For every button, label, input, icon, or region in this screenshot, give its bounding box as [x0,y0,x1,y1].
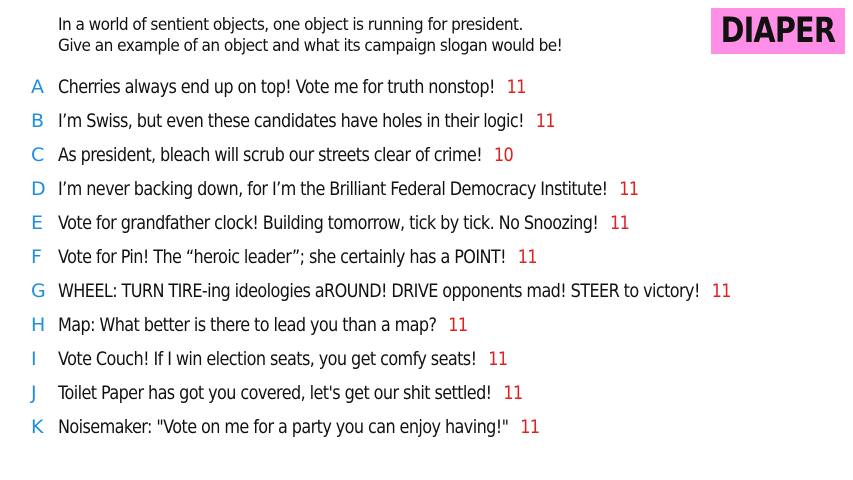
answer-letter: K [31,416,44,438]
answer-row-k[interactable]: K Noisemaker: "Vote on me for a party yo… [0,410,853,444]
player-name-badge: DIAPER [711,8,845,54]
answer-row-d[interactable]: D I’m never backing down, for I’m the Br… [0,172,853,206]
answer-text: As president, bleach will scrub our stre… [58,144,483,166]
answer-row-i[interactable]: I Vote Couch! If I win election seats, y… [0,342,853,376]
answer-row-j[interactable]: J Toilet Paper has got you covered, let'… [0,376,853,410]
answer-letter: H [31,314,46,336]
answer-letter: A [31,76,44,98]
answer-letter: D [31,178,46,200]
answer-score: 11 [520,416,540,438]
answer-score: 11 [517,246,538,268]
answer-score: 11 [535,110,556,132]
answer-letter: B [31,110,45,132]
answer-text: Map: What better is there to lead you th… [58,314,437,336]
answer-text: Cherries always end up on top! Vote me f… [58,76,495,98]
answer-row-f[interactable]: F Vote for Pin! The “heroic leader”; she… [0,240,853,274]
answer-score: 11 [619,178,639,200]
answer-letter: J [31,382,37,404]
answer-text: Vote for Pin! The “heroic leader”; she c… [58,246,507,268]
answer-text: I’m never backing down, for I’m the Bril… [58,178,608,200]
player-name: DIAPER [720,11,836,51]
answer-score: 11 [503,382,523,404]
answer-row-c[interactable]: C As president, bleach will scrub our st… [0,138,853,172]
answer-letter: E [31,212,44,234]
answer-text: Toilet Paper has got you covered, let's … [58,382,492,404]
answer-letter: G [31,280,46,302]
answer-score: 11 [610,212,630,234]
answer-row-g[interactable]: G WHEEL: TURN TIRE-ing ideologies aROUND… [0,274,853,308]
answer-score: 11 [448,314,468,336]
answer-row-b[interactable]: B I’m Swiss, but even these candidates h… [0,104,853,138]
answer-score: 10 [493,144,514,166]
answer-score: 11 [506,76,527,98]
answer-letter: I [31,348,37,370]
answer-text: Noisemaker: "Vote on me for a party you … [58,416,509,438]
prompt-text: In a world of sentient objects, one obje… [58,14,635,56]
prompt-line-2: Give an example of an object and what it… [58,36,563,55]
answer-text: I’m Swiss, but even these candidates hav… [58,110,525,132]
answer-row-a[interactable]: A Cherries always end up on top! Vote me… [0,70,853,104]
answer-letter: F [31,246,42,268]
prompt-line-1: In a world of sentient objects, one obje… [58,15,523,34]
answer-row-e[interactable]: E Vote for grandfather clock! Building t… [0,206,853,240]
answer-text: Vote Couch! If I win election seats, you… [58,348,477,370]
answer-score: 11 [488,348,508,370]
answer-score: 11 [711,280,732,302]
answer-text: Vote for grandfather clock! Building tom… [58,212,599,234]
answer-letter: C [31,144,45,166]
answer-text: WHEEL: TURN TIRE-ing ideologies aROUND! … [58,280,700,302]
answer-row-h[interactable]: H Map: What better is there to lead you … [0,308,853,342]
